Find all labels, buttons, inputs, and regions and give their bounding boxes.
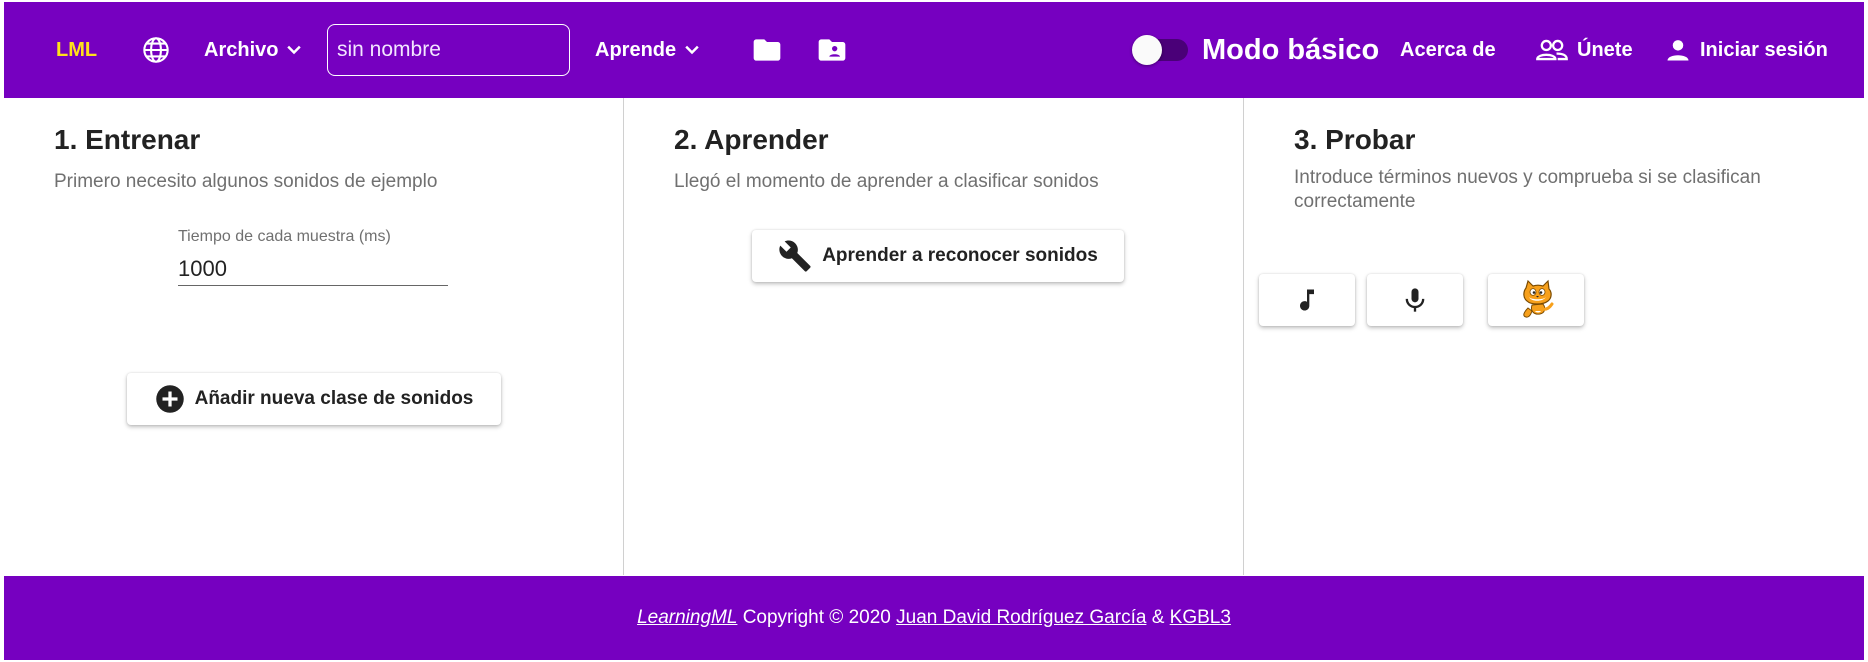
top-navbar: LML Archivo Aprende Modo bá — [4, 2, 1864, 98]
footer: LearningML Copyright © 2020 Juan David R… — [4, 576, 1864, 660]
basic-mode-toggle[interactable] — [1132, 2, 1188, 98]
test-title: 3. Probar — [1294, 124, 1416, 155]
aprende-label: Aprende — [595, 38, 677, 61]
author-link[interactable]: Juan David Rodríguez García — [896, 607, 1146, 629]
login-label: Iniciar sesión — [1700, 38, 1828, 61]
about-link[interactable]: Acerca de — [1400, 2, 1496, 98]
join-label: Únete — [1577, 38, 1633, 61]
language-button[interactable] — [142, 2, 170, 98]
test-sound-file-button[interactable] — [1259, 274, 1355, 326]
learningml-link[interactable]: LearningML — [637, 607, 737, 629]
learn-title: 2. Aprender — [674, 124, 829, 155]
ampersand-text: & — [1146, 607, 1170, 628]
globe-icon — [143, 37, 169, 63]
archivo-label: Archivo — [204, 38, 279, 61]
chevron-down-icon — [685, 45, 699, 55]
test-microphone-button[interactable] — [1367, 274, 1463, 326]
toggle-track — [1132, 35, 1188, 65]
copyright-text: Copyright © 2020 — [737, 607, 897, 628]
sample-time-field: Tiempo de cada muestra (ms) — [178, 228, 448, 286]
music-note-icon — [1300, 289, 1314, 311]
learn-subtitle: Llegó el momento de aprender a clasifica… — [674, 171, 1099, 192]
train-title: 1. Entrenar — [54, 124, 201, 155]
shared-projects-button[interactable] — [816, 2, 848, 98]
sample-time-input[interactable] — [178, 252, 448, 286]
scratch-cat-icon — [1523, 279, 1554, 318]
main-columns: 1. Entrenar Primero necesito algunos son… — [4, 98, 1864, 575]
test-panel: 3. Probar Introduce términos nuevos y co… — [1244, 98, 1864, 575]
open-scratch-button[interactable] — [1488, 274, 1584, 326]
wrench-icon — [779, 240, 811, 272]
basic-mode-label: Modo básico — [1202, 33, 1380, 66]
plus-circle-icon — [155, 385, 184, 413]
archivo-menu[interactable]: Archivo — [204, 2, 304, 98]
login-button[interactable]: Iniciar sesión — [1664, 2, 1828, 98]
folder-icon — [753, 39, 781, 61]
join-button[interactable]: Únete — [1535, 2, 1633, 98]
add-sound-class-label: Añadir nueva clase de sonidos — [194, 388, 474, 409]
person-icon — [1667, 40, 1689, 61]
chevron-down-icon — [287, 45, 302, 55]
app-window: LML Archivo Aprende Modo bá — [4, 2, 1864, 660]
project-name-input[interactable] — [327, 24, 570, 76]
train-panel: 1. Entrenar Primero necesito algunos son… — [4, 98, 624, 575]
add-sound-class-button[interactable]: Añadir nueva clase de sonidos — [127, 373, 501, 425]
toggle-knob — [1132, 35, 1162, 65]
train-subtitle: Primero necesito algunos sonidos de ejem… — [54, 171, 438, 192]
test-subtitle: Introduce términos nuevos y comprueba si… — [1294, 167, 1761, 212]
open-project-button[interactable] — [751, 2, 783, 98]
sample-time-label: Tiempo de cada muestra (ms) — [178, 228, 391, 245]
learn-sounds-button[interactable]: Aprender a reconocer sonidos — [752, 230, 1124, 282]
logo[interactable]: LML — [56, 2, 97, 98]
learn-sounds-label: Aprender a reconocer sonidos — [822, 245, 1098, 266]
learn-panel: 2. Aprender Llegó el momento de aprender… — [624, 98, 1244, 575]
folder-user-icon — [818, 39, 846, 61]
kgbl3-link[interactable]: KGBL3 — [1170, 607, 1231, 629]
people-icon — [1536, 39, 1568, 61]
aprende-menu[interactable]: Aprende — [595, 2, 702, 98]
microphone-icon — [1405, 288, 1425, 312]
